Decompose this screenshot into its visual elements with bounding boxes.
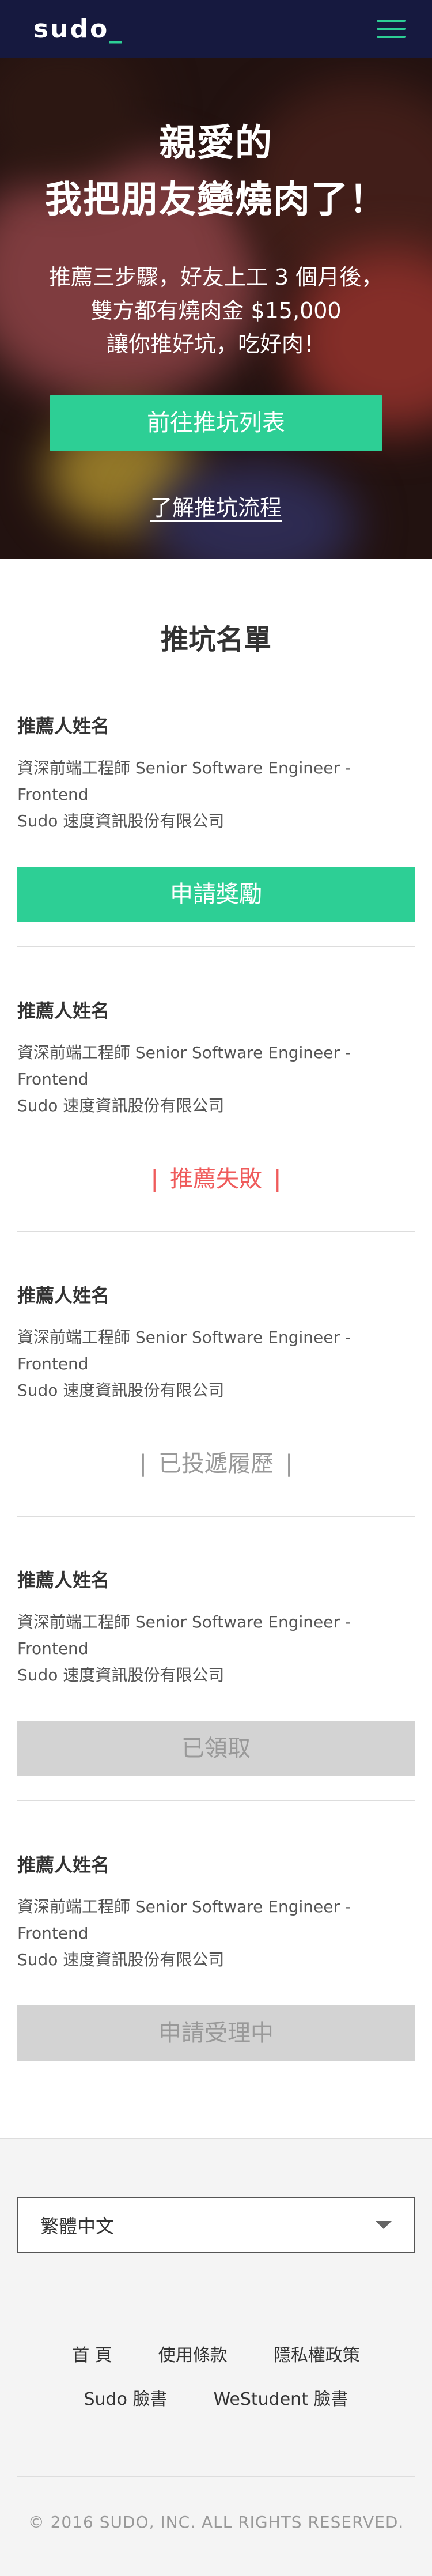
status-badge: | 推薦失敗 | — [17, 1151, 415, 1207]
referrer-name: 推薦人姓名 — [17, 1285, 110, 1306]
referral-list-section: 推坑名單 推薦人姓名 資深前端工程師 Senior Software Engin… — [0, 559, 432, 2085]
language-selected: 繁體中文 — [40, 2215, 115, 2237]
entry-action: | 已投遞履歷 | — [17, 1436, 415, 1491]
company-name: Sudo 速度資訊股份有限公司 — [17, 1381, 225, 1400]
status-bar-right: | — [285, 1451, 293, 1477]
job-title: 資深前端工程師 Senior Software Engineer - Front… — [17, 1328, 351, 1373]
hero-title: 親愛的 我把朋友變燒肉了！ — [0, 115, 432, 228]
hamburger-line — [377, 36, 406, 38]
job-title: 資深前端工程師 Senior Software Engineer - Front… — [17, 1897, 351, 1943]
top-navbar: sudo_ — [0, 0, 432, 58]
job-title: 資深前端工程師 Senior Software Engineer - Front… — [17, 1043, 351, 1089]
apply-reward-button[interactable]: 申請獎勵 — [17, 867, 415, 922]
hero-content: 親愛的 我把朋友變燒肉了！ 推薦三步驟，好友上工 3 個月後， 雙方都有燒肉金 … — [0, 58, 432, 522]
job-info: 資深前端工程師 Senior Software Engineer - Front… — [17, 755, 415, 834]
job-info: 資深前端工程師 Senior Software Engineer - Front… — [17, 1040, 415, 1119]
status-bar-left: | — [150, 1166, 158, 1192]
status-label: 已投遞履歷 — [158, 1451, 274, 1477]
hero-subtitle: 推薦三步驟，好友上工 3 個月後， 雙方都有燒肉金 $15,000 讓你推好坑，… — [0, 260, 432, 361]
status-bar-left: | — [139, 1451, 147, 1477]
job-title: 資深前端工程師 Senior Software Engineer - Front… — [17, 1612, 351, 1658]
job-info: 資深前端工程師 Senior Software Engineer - Front… — [17, 1894, 415, 1973]
status-bar-right: | — [274, 1166, 282, 1192]
company-name: Sudo 速度資訊股份有限公司 — [17, 1096, 225, 1115]
logo-cursor: _ — [109, 14, 124, 44]
hamburger-icon[interactable] — [377, 20, 406, 38]
hero-banner: 親愛的 我把朋友變燒肉了！ 推薦三步驟，好友上工 3 個月後， 雙方都有燒肉金 … — [0, 58, 432, 559]
status-label: 推薦失敗 — [170, 1166, 262, 1192]
hero-subtitle-line: 讓你推好坑，吃好肉！ — [106, 331, 325, 357]
list-item: 推薦人姓名 資深前端工程師 Senior Software Engineer -… — [17, 1517, 415, 1801]
footer-link-privacy[interactable]: 隱私權政策 — [274, 2334, 360, 2378]
claimed-button: 已領取 — [17, 1721, 415, 1776]
job-info: 資深前端工程師 Senior Software Engineer - Front… — [17, 1609, 415, 1689]
footer-link-home[interactable]: 首 頁 — [72, 2334, 112, 2378]
list-item: 推薦人姓名 資深前端工程師 Senior Software Engineer -… — [17, 1801, 415, 2085]
list-item: 推薦人姓名 資深前端工程師 Senior Software Engineer -… — [17, 947, 415, 1232]
hero-title-line: 親愛的 — [159, 122, 273, 165]
footer-divider — [17, 2476, 415, 2477]
footer-links: 首 頁 使用條款 隱私權政策 Sudo 臉書 WeStudent 臉書 — [17, 2334, 415, 2422]
page-footer: 繁體中文 首 頁 使用條款 隱私權政策 Sudo 臉書 WeStudent 臉書… — [0, 2138, 432, 2576]
entry-action: | 推薦失敗 | — [17, 1151, 415, 1207]
hamburger-line — [377, 20, 406, 22]
hero-subtitle-line: 雙方都有燒肉金 $15,000 — [90, 298, 342, 323]
company-name: Sudo 速度資訊股份有限公司 — [17, 1950, 225, 1969]
footer-links-row: 首 頁 使用條款 隱私權政策 — [17, 2334, 415, 2378]
entry-action: 已領取 — [17, 1721, 415, 1776]
sudo-logo[interactable]: sudo_ — [33, 14, 123, 44]
entry-action: 申請受理中 — [17, 2005, 415, 2061]
footer-link-terms[interactable]: 使用條款 — [158, 2334, 228, 2378]
company-name: Sudo 速度資訊股份有限公司 — [17, 1665, 225, 1684]
job-info: 資深前端工程師 Senior Software Engineer - Front… — [17, 1324, 415, 1404]
status-badge: | 已投遞履歷 | — [17, 1436, 415, 1491]
referrer-name: 推薦人姓名 — [17, 715, 110, 737]
go-to-list-button[interactable]: 前往推坑列表 — [50, 395, 382, 451]
processing-button: 申請受理中 — [17, 2005, 415, 2061]
copyright-text: © 2016 SUDO, INC. ALL RIGHTS RESERVED. — [28, 2513, 404, 2532]
chevron-down-icon — [376, 2221, 392, 2229]
list-item: 推薦人姓名 資深前端工程師 Senior Software Engineer -… — [17, 713, 415, 947]
footer-link-sudo-facebook[interactable]: Sudo 臉書 — [84, 2378, 168, 2422]
footer-link-westudent-facebook[interactable]: WeStudent 臉書 — [214, 2378, 348, 2422]
entry-action: 申請獎勵 — [17, 867, 415, 922]
footer-links-row: Sudo 臉書 WeStudent 臉書 — [17, 2378, 415, 2422]
referrer-name: 推薦人姓名 — [17, 1569, 110, 1591]
list-item: 推薦人姓名 資深前端工程師 Senior Software Engineer -… — [17, 1232, 415, 1517]
referral-list-title: 推坑名單 — [160, 624, 271, 656]
language-select[interactable]: 繁體中文 — [17, 2197, 415, 2253]
job-title: 資深前端工程師 Senior Software Engineer - Front… — [17, 758, 351, 804]
company-name: Sudo 速度資訊股份有限公司 — [17, 811, 225, 830]
learn-process-link[interactable]: 了解推坑流程 — [150, 490, 282, 522]
referrer-name: 推薦人姓名 — [17, 1854, 110, 1876]
logo-text: sudo — [33, 14, 109, 44]
hero-subtitle-line: 推薦三步驟，好友上工 3 個月後， — [48, 265, 384, 290]
referrer-name: 推薦人姓名 — [17, 1000, 110, 1022]
hero-title-line: 我把朋友變燒肉了！ — [45, 179, 387, 221]
hamburger-line — [377, 28, 406, 30]
